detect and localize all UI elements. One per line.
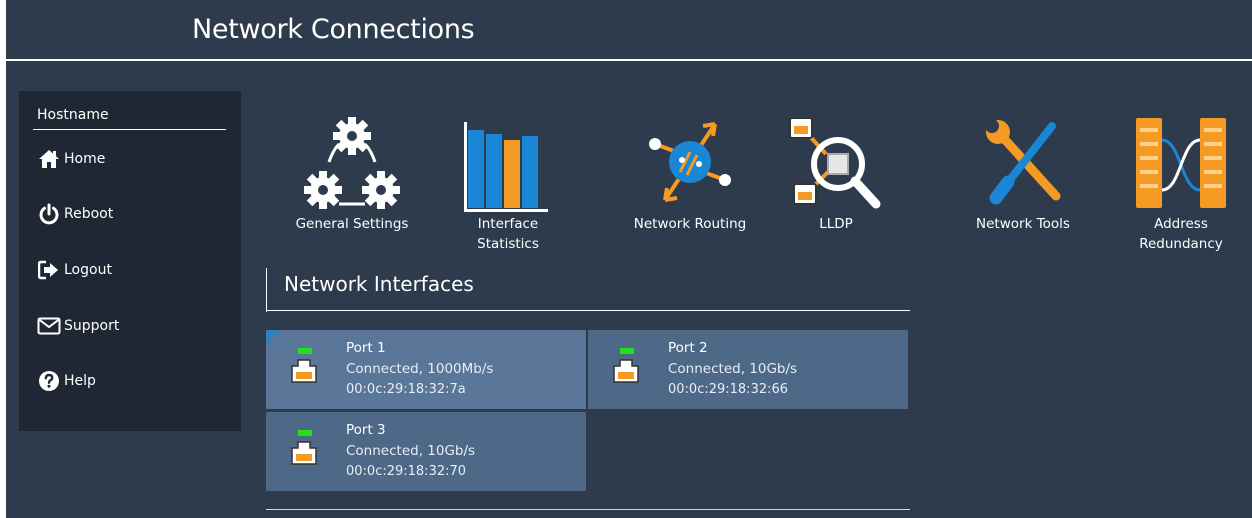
sidebar-item-label: Home <box>64 151 106 167</box>
port-tile-3[interactable]: Port 3 Connected, 10Gb/s 00:0c:29:18:32:… <box>266 412 586 491</box>
tool-network-routing[interactable]: Network Routing <box>615 102 765 234</box>
port-tile-1[interactable]: Port 1 Connected, 1000Mb/s 00:0c:29:18:3… <box>266 330 586 409</box>
port-status: Connected, 1000Mb/s <box>346 361 494 377</box>
tool-label: Address Redundancy <box>1139 216 1223 252</box>
tool-label: General Settings <box>295 216 409 232</box>
selected-corner-marker <box>266 330 280 344</box>
sidebar-hostname: Hostname <box>37 107 109 123</box>
tool-lldp[interactable]: LLDP <box>776 102 896 234</box>
routing-icon <box>615 102 765 212</box>
tool-network-tools[interactable]: Network Tools <box>948 102 1098 234</box>
interfaces-heading-edge <box>266 268 267 312</box>
page-title: Network Connections <box>192 14 475 45</box>
link-led-icon <box>298 430 312 436</box>
port-mac: 00:0c:29:18:32:7a <box>346 382 466 397</box>
sidebar-item-label: Reboot <box>64 206 114 222</box>
tool-address-redundancy[interactable]: Address Redundancy <box>1116 102 1246 254</box>
sidebar-item-home[interactable]: Home <box>37 147 105 171</box>
ethernet-port-icon <box>291 359 317 383</box>
tool-interface-statistics[interactable]: Interface Statistics <box>448 102 568 254</box>
title-divider <box>6 59 1252 61</box>
port-status: Connected, 10Gb/s <box>346 443 476 459</box>
port-mac: 00:0c:29:18:32:66 <box>668 382 789 397</box>
redundancy-icon <box>1116 102 1246 212</box>
sidebar-item-reboot[interactable]: Reboot <box>37 202 113 226</box>
tool-label: Network Tools <box>976 216 1070 232</box>
envelope-icon <box>37 314 61 338</box>
interfaces-divider <box>266 310 910 311</box>
port-name: Port 1 <box>346 340 386 356</box>
port-tile-2[interactable]: Port 2 Connected, 10Gb/s 00:0c:29:18:32:… <box>588 330 908 409</box>
tool-label: LLDP <box>819 216 853 232</box>
port-mac: 00:0c:29:18:32:70 <box>346 464 467 479</box>
wrench-screwdriver-icon <box>948 102 1098 212</box>
link-led-icon <box>298 348 312 354</box>
logout-icon <box>37 258 61 282</box>
link-led-icon <box>620 348 634 354</box>
port-name: Port 3 <box>346 422 386 438</box>
port-status: Connected, 10Gb/s <box>668 361 798 377</box>
bar-chart-icon <box>448 102 568 212</box>
sidebar-item-support[interactable]: Support <box>37 314 119 338</box>
tool-general-settings[interactable]: General Settings <box>277 102 427 234</box>
sidebar-divider <box>33 129 226 130</box>
sidebar-item-label: Help <box>64 373 96 389</box>
interfaces-bottom-divider <box>266 509 910 510</box>
sidebar-item-label: Logout <box>64 262 112 278</box>
power-icon <box>37 202 61 226</box>
gears-icon <box>277 102 427 212</box>
home-icon <box>37 147 61 171</box>
sidebar-item-label: Support <box>64 318 120 334</box>
ethernet-port-icon <box>613 359 639 383</box>
port-name: Port 2 <box>668 340 708 356</box>
sidebar: Hostname Home Reboot Logout Support Help <box>19 91 241 431</box>
lldp-icon <box>776 102 896 212</box>
tool-label: Interface Statistics <box>477 216 539 252</box>
sidebar-item-help[interactable]: Help <box>37 369 96 393</box>
ethernet-port-icon <box>291 441 317 465</box>
question-icon <box>37 369 61 393</box>
tool-label: Network Routing <box>633 216 747 232</box>
sidebar-item-logout[interactable]: Logout <box>37 258 112 282</box>
interfaces-heading: Network Interfaces <box>284 272 474 296</box>
app-window: Network Connections Hostname Home Reboot… <box>6 0 1252 518</box>
